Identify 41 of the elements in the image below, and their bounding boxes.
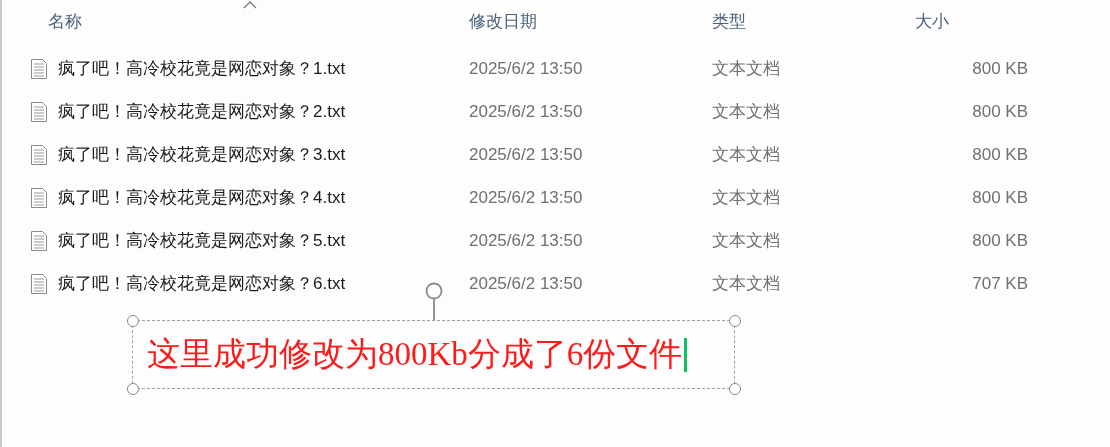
column-header[interactable]: 类型 — [712, 0, 915, 40]
file-size: 800 KB — [972, 101, 1028, 122]
rotate-handle-icon[interactable] — [424, 282, 444, 321]
modified-date: 2025/6/2 13:50 — [469, 273, 583, 294]
file-size: 707 KB — [972, 273, 1028, 294]
text-file-icon — [30, 143, 48, 166]
resize-handle[interactable] — [729, 383, 741, 395]
resize-handle[interactable] — [729, 315, 741, 327]
text-file-icon — [30, 272, 48, 295]
modified-date: 2025/6/2 13:50 — [469, 187, 583, 208]
text-file-icon — [30, 57, 48, 80]
file-type: 文本文档 — [712, 273, 780, 295]
text-file-icon — [30, 229, 48, 252]
file-type: 文本文档 — [712, 144, 780, 166]
modified-date: 2025/6/2 13:50 — [469, 230, 583, 251]
text-file-icon — [30, 100, 48, 123]
file-size: 800 KB — [972, 230, 1028, 251]
sort-caret-icon — [242, 1, 257, 9]
file-type: 文本文档 — [712, 230, 780, 252]
file-type: 文本文档 — [712, 101, 780, 123]
modified-date: 2025/6/2 13:50 — [469, 101, 583, 122]
file-name[interactable]: 疯了吧！高冷校花竟是网恋对象？1.txt — [58, 57, 346, 80]
column-header[interactable]: 大小 — [915, 0, 1028, 40]
file-type: 文本文档 — [712, 58, 780, 80]
annotation-text: 这里成功修改为800Kb分成了6份文件 — [147, 335, 683, 374]
file-size: 800 KB — [972, 58, 1028, 79]
file-type: 文本文档 — [712, 187, 780, 209]
resize-handle[interactable] — [127, 315, 139, 327]
file-size: 800 KB — [972, 187, 1028, 208]
file-name[interactable]: 疯了吧！高冷校花竟是网恋对象？2.txt — [58, 100, 346, 123]
text-file-icon — [30, 186, 48, 209]
column-header[interactable]: 修改日期 — [469, 0, 712, 40]
file-size: 800 KB — [972, 144, 1028, 165]
modified-date: 2025/6/2 13:50 — [469, 144, 583, 165]
file-name[interactable]: 疯了吧！高冷校花竟是网恋对象？6.txt — [58, 272, 346, 295]
file-name[interactable]: 疯了吧！高冷校花竟是网恋对象？4.txt — [58, 186, 346, 209]
file-name[interactable]: 疯了吧！高冷校花竟是网恋对象？5.txt — [58, 229, 346, 252]
column-header[interactable]: 名称 — [30, 0, 469, 40]
modified-date: 2025/6/2 13:50 — [469, 58, 583, 79]
file-name[interactable]: 疯了吧！高冷校花竟是网恋对象？3.txt — [58, 143, 346, 166]
resize-handle[interactable] — [127, 383, 139, 395]
